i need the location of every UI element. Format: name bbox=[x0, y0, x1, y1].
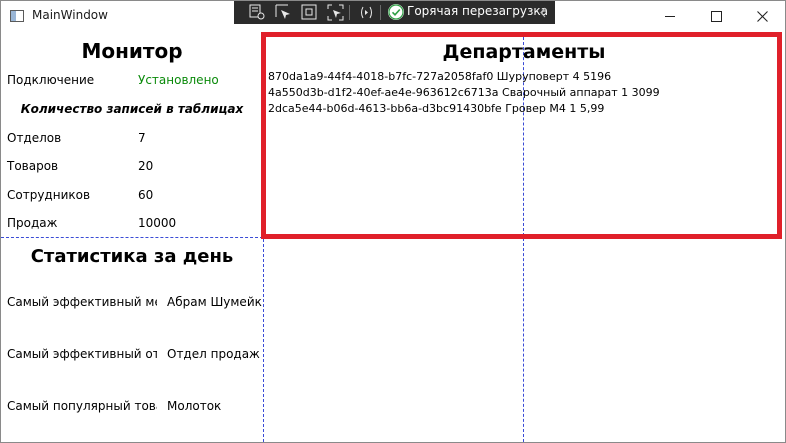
tables-count-heading: Количество записей в таблицах bbox=[20, 102, 244, 116]
live-visual-tree-icon[interactable] bbox=[249, 4, 266, 21]
minimize-button[interactable] bbox=[647, 1, 693, 31]
window-title: MainWindow bbox=[32, 8, 108, 22]
collapse-toolbar-icon[interactable] bbox=[539, 4, 551, 21]
connection-label: Подключение bbox=[7, 73, 95, 87]
hot-reload-status-icon bbox=[388, 4, 404, 20]
employees-count-label: Сотрудников bbox=[7, 188, 91, 202]
xaml-binding-failures-icon[interactable] bbox=[358, 4, 375, 21]
departments-count-label: Отделов bbox=[7, 131, 62, 145]
list-item: 2dca5e44-b06d-4613-bb6a-d3bc91430bfe Гро… bbox=[268, 102, 605, 115]
app-window-icon bbox=[10, 10, 24, 22]
popular-product-value: Молоток bbox=[167, 399, 222, 413]
display-layout-adorners-icon[interactable] bbox=[301, 4, 318, 21]
connection-status-value: Установлено bbox=[138, 73, 219, 87]
best-department-value: Отдел продаж bbox=[167, 347, 260, 361]
toolbar-separator bbox=[349, 5, 350, 20]
best-department-label: Самый эффективный отдел: bbox=[7, 347, 157, 361]
departments-list: 870da1a9-44f4-4018-b7fc-727a2058faf0 Шур… bbox=[268, 69, 773, 117]
minimize-icon bbox=[665, 16, 675, 17]
products-count-label: Товаров bbox=[7, 159, 59, 173]
sales-count-label: Продаж bbox=[7, 216, 58, 230]
daily-stats-title: Статистика за день bbox=[30, 246, 234, 267]
departments-title: Департаменты bbox=[442, 41, 606, 63]
departments-count-value: 7 bbox=[138, 131, 146, 145]
main-window: MainWindow Горячая перезагрузка Монитор … bbox=[0, 0, 786, 443]
toolbar-separator bbox=[380, 5, 381, 20]
products-count-value: 20 bbox=[138, 159, 154, 173]
xaml-debug-toolbar: Горячая перезагрузка bbox=[234, 1, 555, 24]
maximize-button[interactable] bbox=[693, 1, 739, 31]
maximize-icon bbox=[710, 10, 722, 22]
departments-panel bbox=[261, 32, 782, 239]
grid-line-vertical-left bbox=[263, 239, 264, 442]
list-item: 4a550d3b-d1f2-40ef-ae4e-963612c6713a Сва… bbox=[268, 86, 660, 99]
employees-count-value: 60 bbox=[138, 188, 154, 202]
popular-product-label: Самый популярный товар: bbox=[7, 399, 157, 413]
best-manager-value: Абрам Шумейко bbox=[167, 295, 262, 309]
best-manager-label: Самый эффективный менеджер: bbox=[7, 295, 157, 309]
sales-count-value: 10000 bbox=[138, 216, 177, 230]
track-focus-icon[interactable] bbox=[327, 4, 344, 21]
hot-reload-label[interactable]: Горячая перезагрузка bbox=[407, 4, 548, 18]
list-item: 870da1a9-44f4-4018-b7fc-727a2058faf0 Шур… bbox=[268, 70, 612, 83]
select-element-icon[interactable] bbox=[275, 4, 292, 21]
close-icon bbox=[756, 10, 768, 22]
grid-line-horizontal bbox=[1, 237, 263, 238]
close-button[interactable] bbox=[739, 1, 785, 31]
